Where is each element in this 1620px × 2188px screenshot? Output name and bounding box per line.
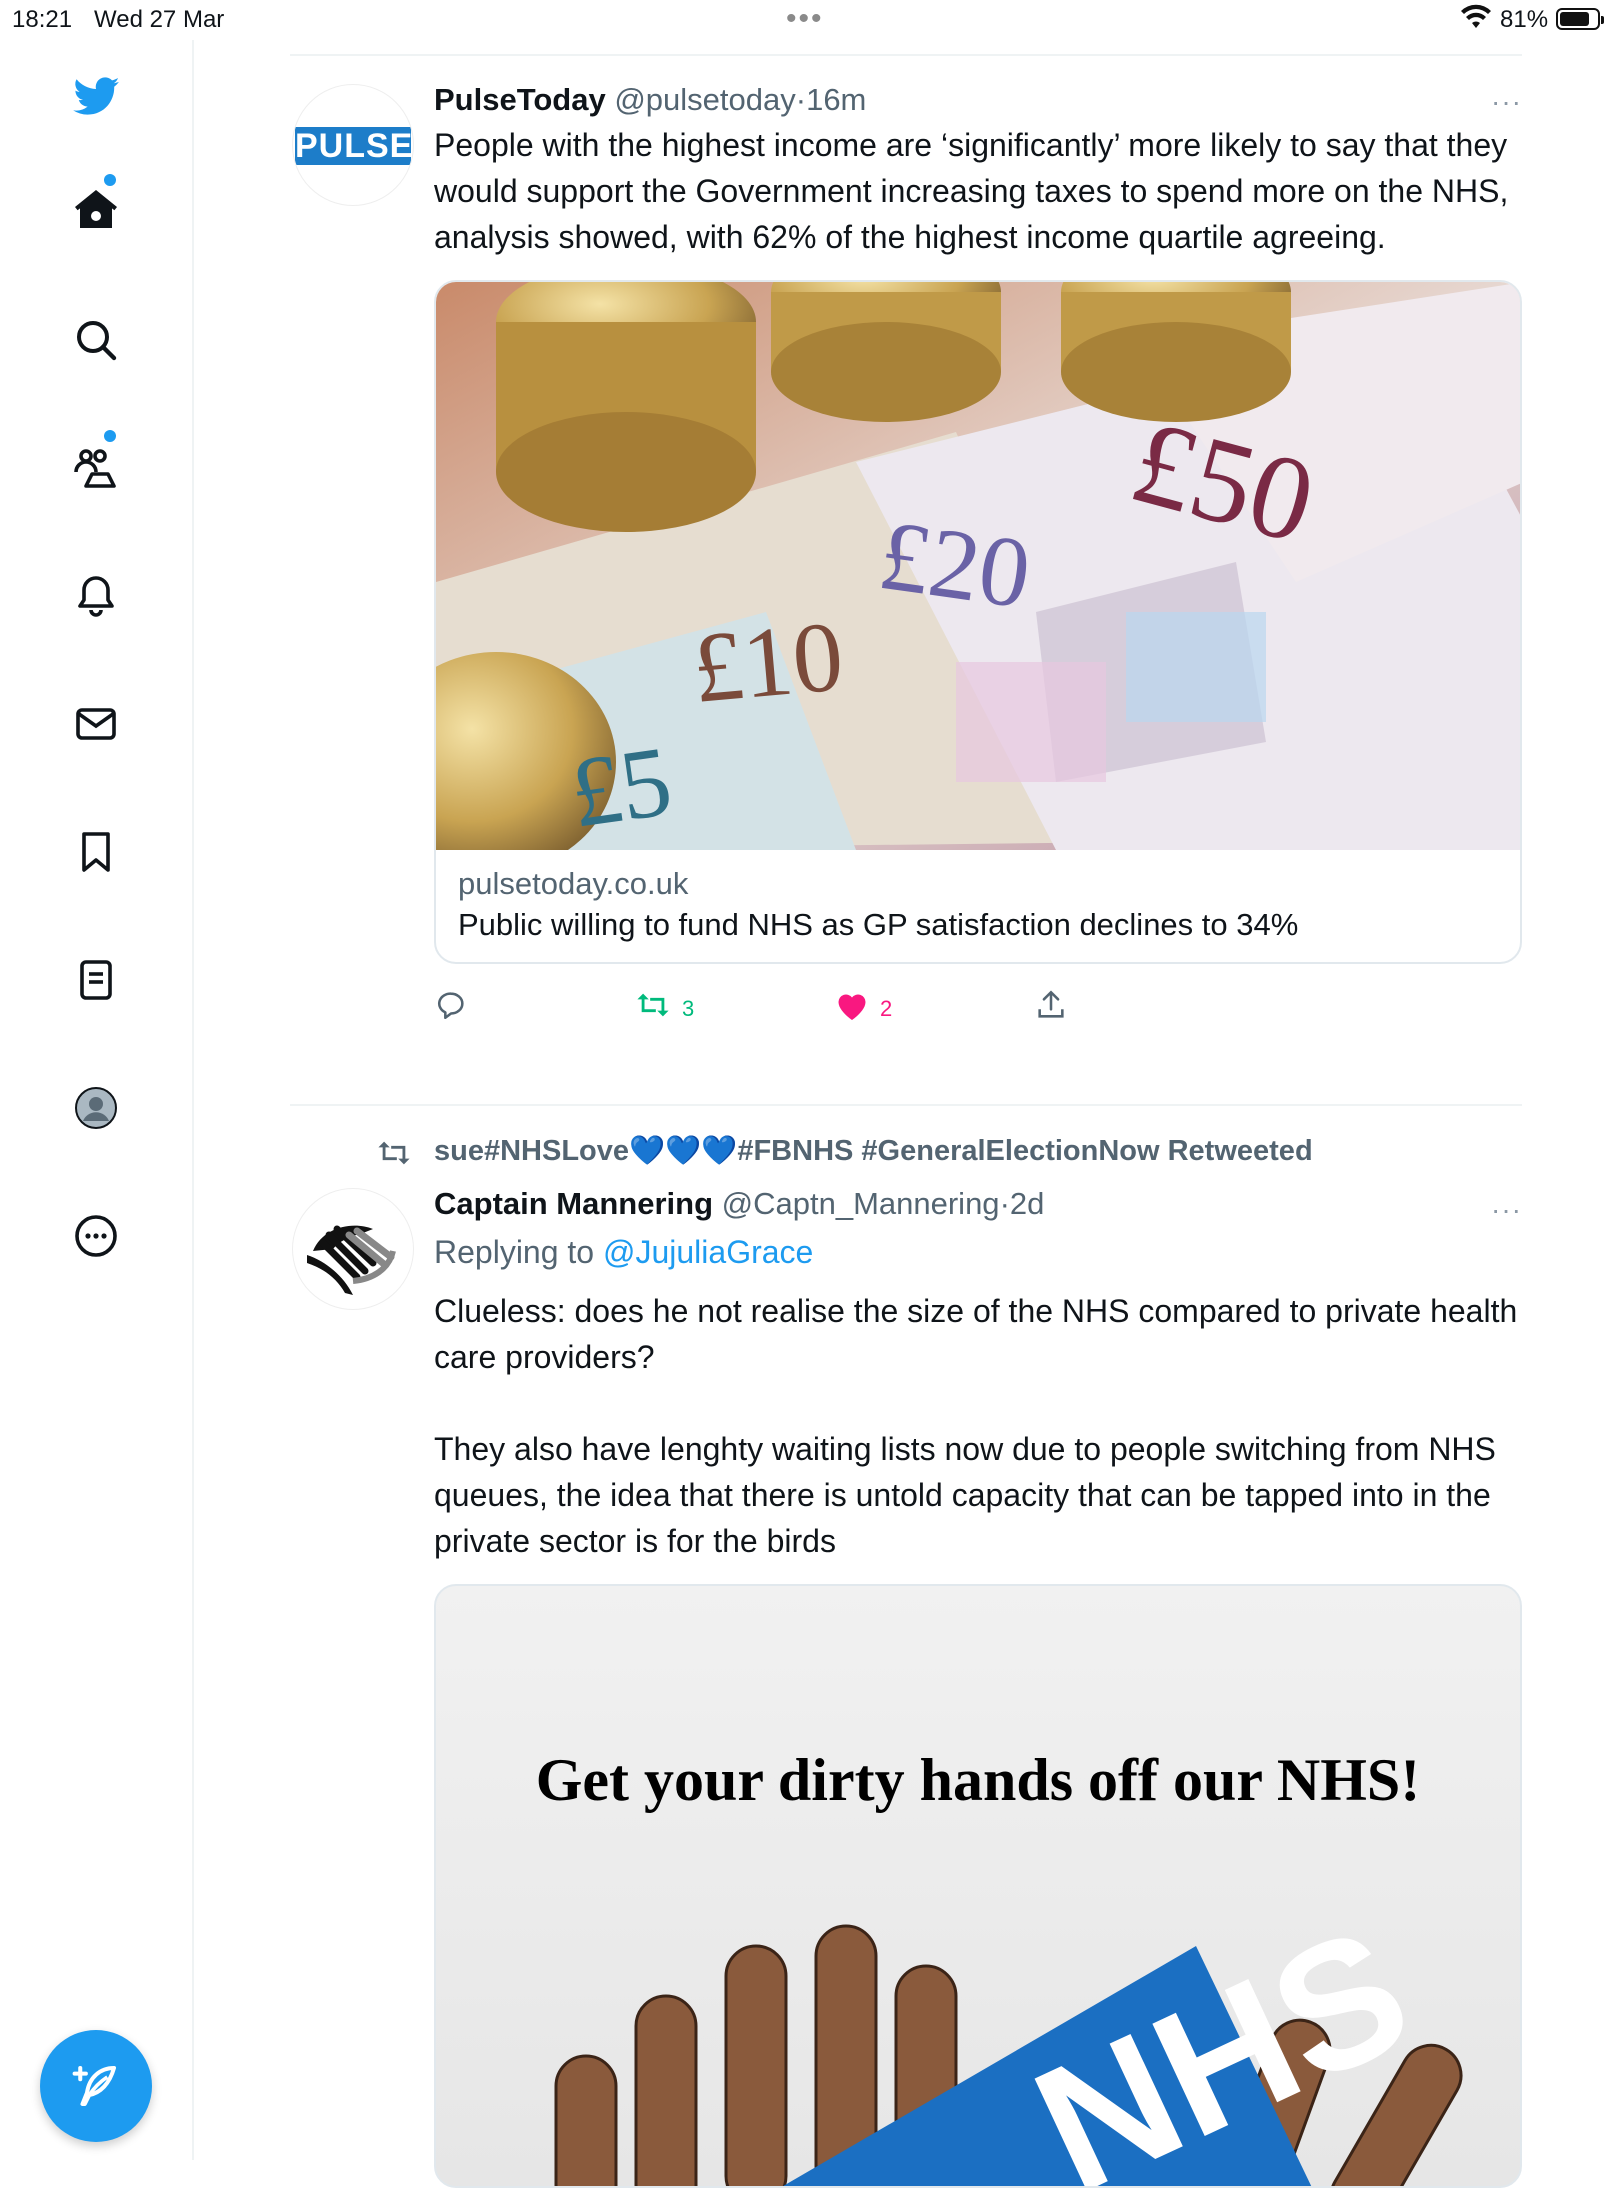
wifi-icon [1460, 4, 1492, 37]
battery-percent: 81% [1500, 6, 1549, 33]
more-options-icon[interactable] [66, 1206, 126, 1266]
author-name[interactable]: Captain Mannering [434, 1186, 713, 1221]
tweet-text-paragraph-2: They also have lenghty waiting lists now… [434, 1431, 1496, 1559]
card-domain: pulsetoday.co.uk [458, 866, 689, 901]
profile-avatar-icon[interactable] [66, 1078, 126, 1138]
retweet-count: 3 [682, 996, 695, 1021]
twitter-logo-icon[interactable] [66, 66, 126, 126]
tweet-divider [290, 1104, 1522, 1106]
tweet-header: PulseToday @pulsetoday·16m [434, 80, 1522, 120]
like-count: 2 [880, 996, 893, 1021]
dirty-hands-illustration: NHS [554, 1889, 1463, 2186]
author-name[interactable]: PulseToday [434, 82, 606, 117]
bookmarks-icon[interactable] [66, 822, 126, 882]
messages-envelope-icon[interactable] [66, 694, 126, 754]
feed-divider [290, 54, 1522, 56]
note-10: £10 [688, 600, 847, 724]
reply-icon [438, 992, 464, 1020]
heart-filled-icon [838, 994, 866, 1020]
tweet-media-image[interactable]: Get your dirty hands off our NHS! NHS [434, 1584, 1522, 2188]
battery-fill [1560, 12, 1589, 26]
home-notification-dot [104, 174, 116, 186]
sidebar [0, 40, 194, 2160]
tweet-time[interactable]: 2d [1010, 1186, 1044, 1221]
pulse-logo: PULSE [295, 127, 414, 165]
media-caption: Get your dirty hands off our NHS! [535, 1747, 1421, 1813]
pulsetoday-avatar[interactable]: PULSE [292, 84, 414, 206]
compose-tweet-button[interactable] [40, 2030, 152, 2142]
card-title: Public willing to fund NHS as GP satisfa… [458, 907, 1299, 942]
note-5: £5 [564, 725, 678, 849]
retweeted-by-label[interactable]: sue#NHSLove💙💙💙#FBNHS #GeneralElectionNow… [434, 1134, 1313, 1168]
search-icon[interactable] [66, 310, 126, 370]
author-handle[interactable]: @Captn_Mannering [722, 1186, 1000, 1221]
tweet-text: People with the highest income are ‘sign… [434, 127, 1509, 255]
reply-button[interactable] [434, 988, 468, 1022]
tweet-header: Captain Mannering @Captn_Mannering·2d [434, 1184, 1522, 1224]
captain-mannering-avatar[interactable] [292, 1188, 414, 1310]
retweet-icon [637, 993, 669, 1017]
communities-icon[interactable] [66, 438, 126, 498]
notifications-bell-icon[interactable] [66, 566, 126, 626]
compose-feather-icon [72, 2065, 117, 2107]
status-bar: 18:21 Wed 27 Mar ••• 81% [0, 0, 1620, 40]
like-button[interactable]: 2 [834, 988, 892, 1022]
tweet-actions: 3 2 [434, 982, 1522, 1042]
retweeted-indicator-icon [378, 1141, 410, 1165]
communities-notification-dot [104, 430, 116, 442]
author-handle[interactable]: @pulsetoday [614, 82, 795, 117]
header-separator: · [795, 82, 807, 117]
multitasking-dots-icon[interactable]: ••• [786, 2, 824, 36]
card-image-banknotes: £50 £20 £10 £5 [436, 282, 1520, 850]
battery-icon [1556, 8, 1604, 30]
status-time: 18:21 [12, 6, 73, 33]
replying-to-link[interactable]: @JujuliaGrace [603, 1234, 813, 1270]
tweet-time[interactable]: 16m [806, 82, 866, 117]
tweet-text-paragraph-1: Clueless: does he not realise the size o… [434, 1293, 1518, 1375]
replying-to-line: Replying to @JujuliaGrace [434, 1230, 1522, 1274]
hands-logo-icon [307, 1225, 396, 1295]
card-meta: pulsetoday.co.uk Public willing to fund … [436, 850, 1520, 962]
share-button[interactable] [1034, 988, 1068, 1022]
status-date: Wed 27 Mar [94, 6, 225, 33]
note-20: £20 [873, 499, 1037, 630]
replying-to-label: Replying to [434, 1234, 595, 1270]
lists-icon[interactable] [66, 950, 126, 1010]
retweet-button[interactable]: 3 [634, 988, 694, 1022]
home-icon[interactable] [66, 180, 126, 240]
header-separator: · [999, 1186, 1010, 1221]
link-card[interactable]: £50 £20 £10 £5 pulsetoday.co.uk Public w… [434, 280, 1522, 964]
share-icon [1038, 990, 1064, 1018]
